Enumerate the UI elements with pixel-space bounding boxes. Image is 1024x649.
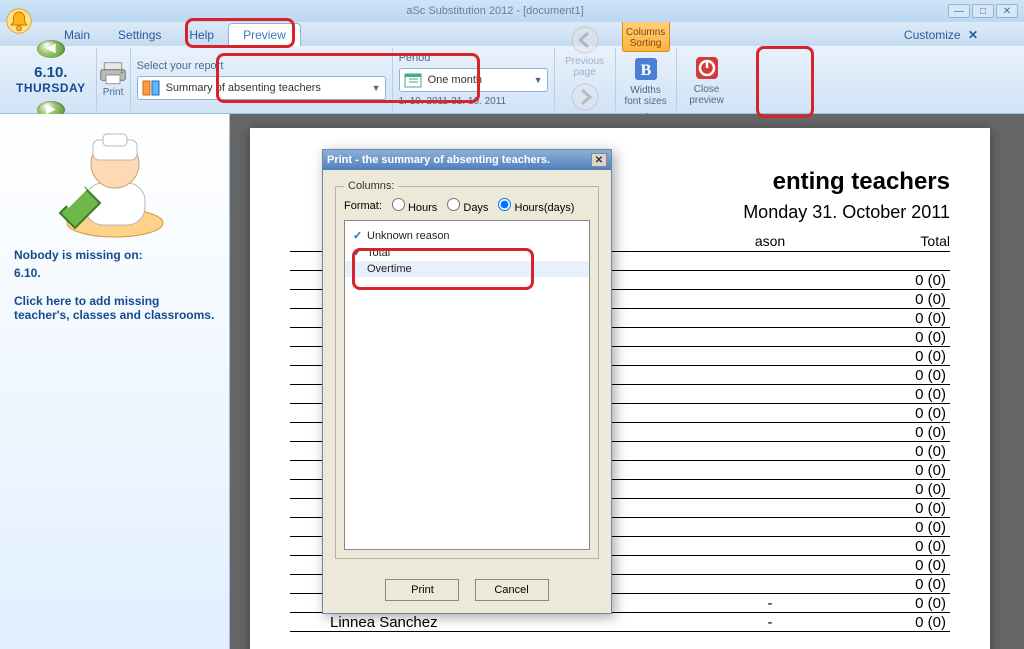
columns-list[interactable]: ✓Unknown reason✓TotalOvertime (344, 220, 590, 550)
chevron-down-icon: ▼ (372, 83, 381, 93)
column-option[interactable]: Overtime (345, 261, 589, 277)
radio-hours[interactable]: Hours (392, 198, 437, 214)
column-option[interactable]: ✓Unknown reason (345, 227, 589, 244)
format-label: Format: (344, 200, 382, 212)
prev-day-button[interactable]: ◄ (37, 40, 65, 58)
cancel-button[interactable]: Cancel (475, 579, 549, 601)
date-display: 6.10. THURSDAY (16, 64, 86, 95)
window-title: aSc Substitution 2012 - [document1] (42, 5, 948, 17)
teacher-avatar-icon (55, 128, 175, 238)
left-panel[interactable]: Nobody is missing on: 6.10. Click here t… (0, 114, 230, 649)
widths-font-sizes-button[interactable]: B Widthsfont sizes (622, 52, 670, 109)
report-icon (142, 79, 160, 97)
prev-page-button[interactable]: Previouspage (561, 23, 609, 80)
left-status-line2: 6.10. (14, 266, 215, 280)
left-action-text: Click here to add missing teacher's, cla… (14, 294, 215, 322)
period-combo[interactable]: One month ▼ (399, 68, 548, 92)
titlebar: aSc Substitution 2012 - [document1] — □ … (0, 0, 1024, 22)
minimize-button[interactable]: — (948, 4, 970, 18)
print-label: Print (103, 87, 124, 98)
customize-link[interactable]: Customize ✕ (898, 24, 984, 46)
print-columns-dialog: Print - the summary of absenting teacher… (322, 149, 612, 614)
menu-preview[interactable]: Preview (228, 23, 301, 46)
calendar-icon (404, 71, 422, 89)
table-row: Linnea Sanchez-0 (0) (290, 613, 950, 632)
app-icon (6, 8, 32, 34)
left-status-line1: Nobody is missing on: (14, 248, 215, 262)
close-window-button[interactable]: ✕ (996, 4, 1018, 18)
dialog-titlebar[interactable]: Print - the summary of absenting teacher… (323, 150, 611, 170)
arrow-right-icon (570, 82, 600, 112)
arrow-left-icon (570, 25, 600, 55)
chevron-down-icon: ▼ (534, 75, 543, 85)
menu-help[interactable]: Help (175, 24, 228, 46)
customize-close-icon[interactable]: ✕ (968, 28, 978, 42)
svg-text:B: B (640, 62, 651, 79)
radio-hoursdays[interactable]: Hours(days) (498, 198, 574, 214)
period-range: 1. 10. 2011-31. 10. 2011 (399, 96, 548, 107)
close-preview-button[interactable]: Closepreview (683, 51, 731, 108)
columns-legend: Columns: (344, 180, 398, 192)
ribbon: ◄ 6.10. THURSDAY ► Print Select your rep… (0, 46, 1024, 114)
maximize-button[interactable]: □ (972, 4, 994, 18)
col-reason-header: ason (700, 233, 840, 249)
period-group-label: Period (399, 52, 548, 64)
menu-settings[interactable]: Settings (104, 24, 175, 46)
menu-bar: Main Settings Help Preview Customize ✕ (0, 22, 1024, 46)
print-button[interactable]: Print (385, 579, 459, 601)
power-icon (692, 53, 722, 83)
radio-days[interactable]: Days (447, 198, 488, 214)
report-group-label: Select your report (137, 60, 386, 72)
widths-icon: B (631, 54, 661, 84)
column-option[interactable]: ✓Total (345, 244, 589, 261)
printer-icon[interactable] (99, 61, 127, 85)
report-combo[interactable]: Summary of absenting teachers ▼ (137, 76, 386, 100)
col-total-header: Total (840, 233, 950, 249)
dialog-close-button[interactable]: ✕ (591, 153, 607, 167)
